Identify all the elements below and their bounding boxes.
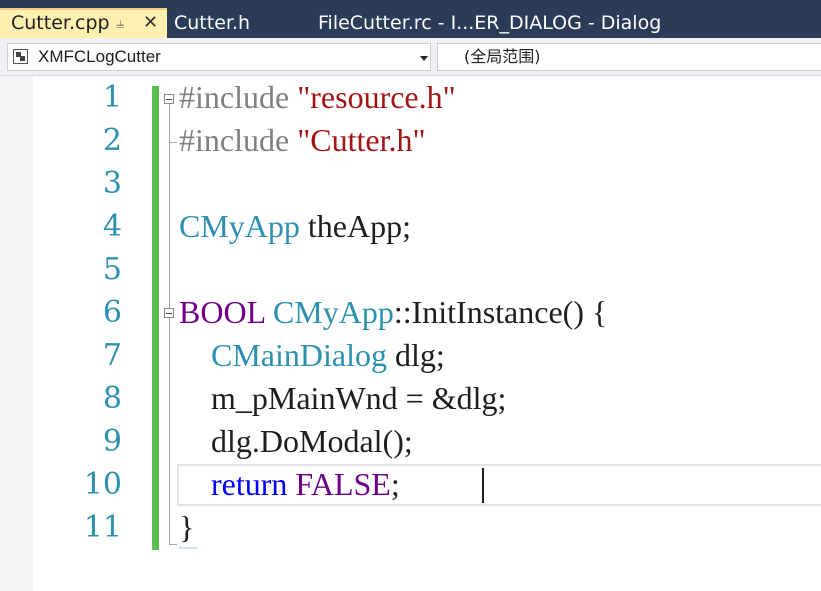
indicator-margin	[0, 76, 33, 591]
line-number: 6	[102, 295, 122, 330]
document-tab-bar: Cutter.cpp ⫨ ✕ Cutter.h FileCutter.rc - …	[0, 0, 821, 38]
class-dropdown-value: XMFCLogCutter	[38, 47, 161, 66]
tab-cutter-h[interactable]: Cutter.h	[174, 8, 250, 38]
code-token: #include	[179, 79, 298, 115]
class-dropdown[interactable]: XMFCLogCutter	[7, 43, 431, 71]
line-number: 11	[83, 510, 122, 545]
code-line[interactable]: BOOL CMyApp::InitInstance() {	[179, 291, 607, 334]
code-token: CMainDialog	[211, 337, 387, 373]
code-token: }	[179, 509, 195, 545]
line-number: 7	[102, 338, 122, 373]
code-line[interactable]: CMyApp theApp;	[179, 205, 411, 248]
code-token: dlg;	[386, 337, 445, 373]
close-icon[interactable]: ✕	[143, 8, 158, 38]
line-number: 2	[102, 123, 122, 158]
brace-match-marker	[179, 547, 197, 549]
collapse-icon[interactable]	[164, 94, 174, 104]
code-line[interactable]: dlg.DoModal();	[179, 420, 413, 463]
code-token: return	[211, 466, 288, 502]
code-token: FALSE	[295, 466, 391, 502]
change-tracking-bar	[152, 86, 159, 550]
code-line[interactable]: return FALSE;	[179, 463, 400, 506]
code-line[interactable]: }	[179, 506, 194, 549]
line-number: 3	[102, 166, 122, 201]
code-token: CMyApp	[179, 208, 300, 244]
line-number: 1	[102, 80, 122, 115]
code-line[interactable]: #include "resource.h"	[179, 76, 456, 119]
code-token: "Cutter.h"	[297, 122, 426, 158]
tab-label: Cutter.cpp	[11, 12, 110, 34]
class-icon	[13, 49, 28, 64]
code-token: m_pMainWnd = &dlg;	[179, 380, 507, 416]
code-token: #include	[179, 122, 298, 158]
scope-dropdown[interactable]: (全局范围)	[437, 43, 821, 71]
code-editor[interactable]: 1 #include "resource.h" 2 #include "Cutter.…	[0, 76, 821, 591]
navigation-bar: XMFCLogCutter (全局范围)	[0, 38, 821, 76]
line-number: 9	[102, 424, 122, 459]
code-token: theApp;	[299, 208, 411, 244]
scope-dropdown-value: (全局范围)	[464, 47, 541, 66]
code-token: BOOL	[179, 294, 265, 330]
chevron-down-icon[interactable]	[420, 56, 428, 61]
text-caret	[482, 468, 484, 503]
line-number: 4	[102, 209, 122, 244]
line-number: 10	[83, 467, 122, 502]
code-token: CMyApp	[272, 294, 394, 330]
line-number: 5	[102, 252, 122, 287]
tab-cutter-cpp[interactable]: Cutter.cpp ⫨ ✕	[0, 8, 167, 38]
code-line[interactable]: #include "Cutter.h"	[179, 119, 426, 162]
pin-icon[interactable]: ⫨	[116, 8, 124, 38]
tab-filecutter-rc[interactable]: FileCutter.rc - I...ER_DIALOG - Dialog	[318, 8, 661, 38]
outline-guide-end	[169, 544, 177, 545]
line-number: 8	[102, 381, 122, 416]
code-line[interactable]: m_pMainWnd = &dlg;	[179, 377, 506, 420]
code-token: ;	[390, 466, 400, 502]
outline-guide-end	[169, 142, 177, 143]
collapse-icon[interactable]	[164, 308, 174, 318]
code-token: ::InitInstance() {	[393, 294, 608, 330]
code-token: "resource.h"	[297, 79, 456, 115]
code-token: dlg.DoModal();	[179, 423, 413, 459]
outline-guide	[169, 98, 170, 545]
code-line[interactable]: CMainDialog dlg;	[179, 334, 445, 377]
